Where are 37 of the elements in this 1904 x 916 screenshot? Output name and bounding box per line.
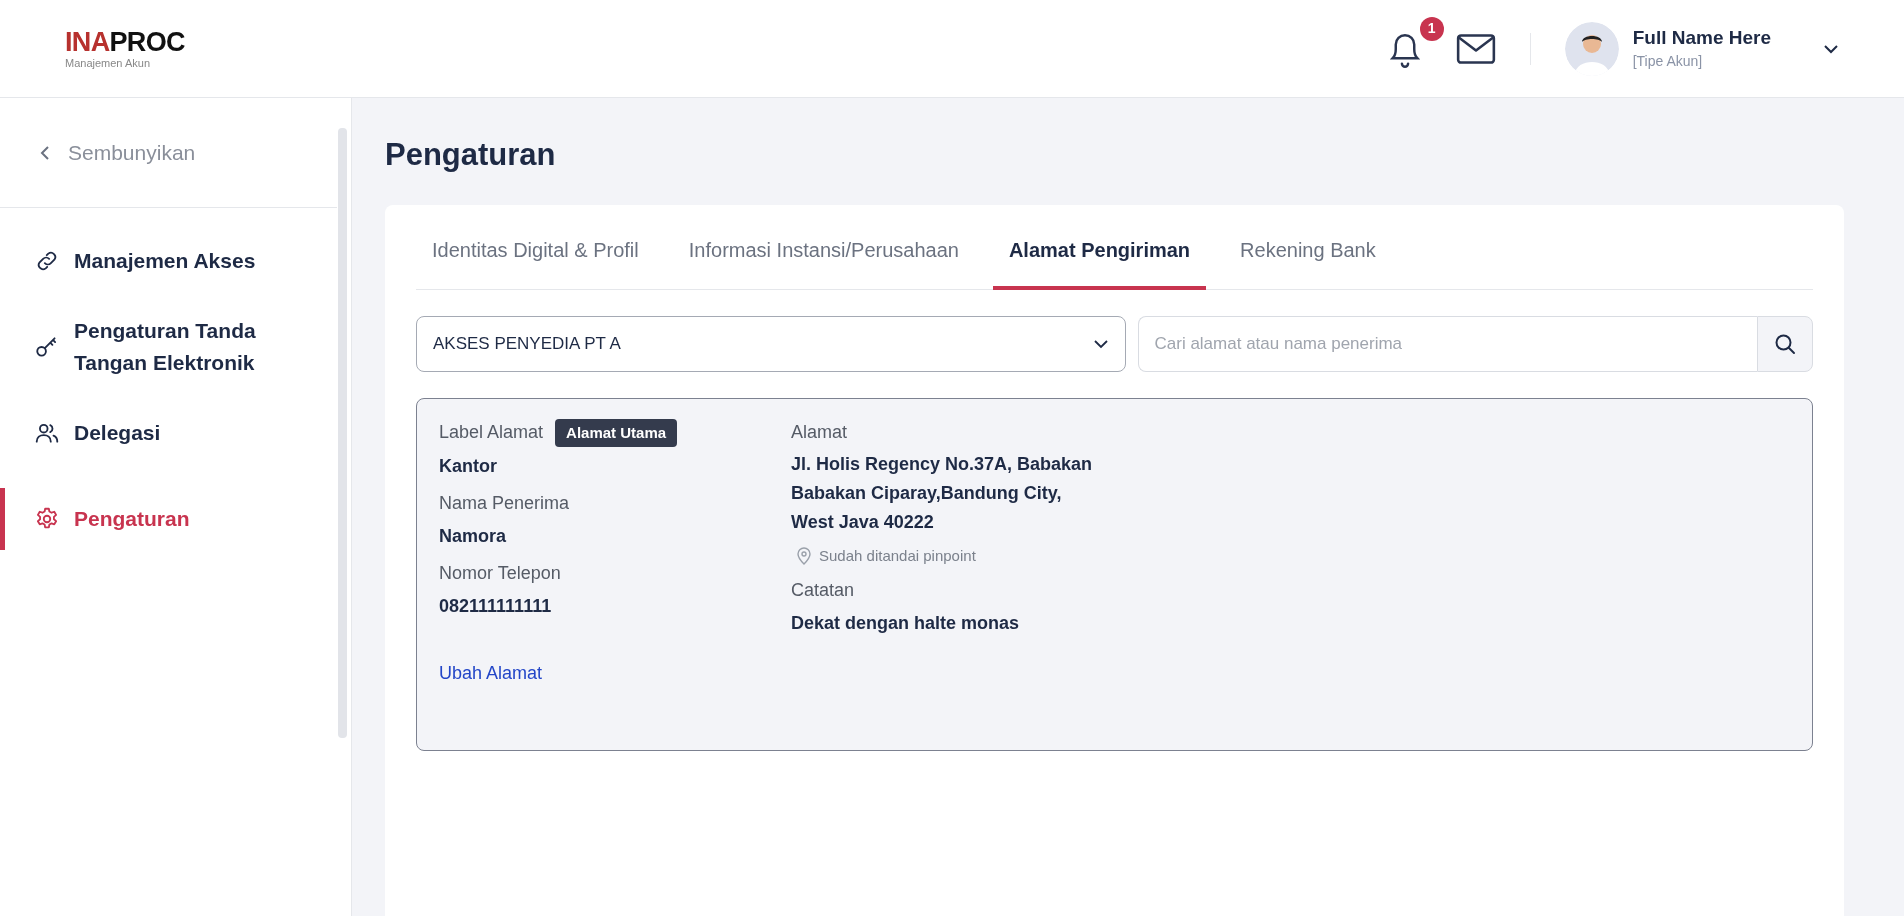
chevron-down-icon[interactable] xyxy=(1823,43,1839,54)
tab[interactable]: Alamat Pengiriman xyxy=(992,234,1207,290)
page-title: Pengaturan xyxy=(385,136,557,174)
tab[interactable]: Informasi Instansi/Perusahaan xyxy=(688,234,959,289)
field-value: Kantor xyxy=(439,455,498,478)
sidebar-item[interactable]: Pengaturan xyxy=(74,503,190,535)
scrollbar[interactable] xyxy=(338,128,347,738)
edit-address-link[interactable]: Ubah Alamat xyxy=(439,660,543,687)
field-label: Catatan xyxy=(791,579,856,602)
search-button[interactable] xyxy=(1757,315,1813,372)
field-value: 082111111111 xyxy=(439,595,553,618)
chevron-left-icon[interactable] xyxy=(40,144,50,161)
location-pin-icon xyxy=(797,546,811,565)
notification-badge: 1 xyxy=(1419,16,1444,41)
user-name: Full Name Here xyxy=(1632,26,1771,51)
field-label: Nama Penerima xyxy=(439,492,571,515)
search-field[interactable]: Cari alamat atau nama penerima xyxy=(1137,315,1757,372)
sidebar-item[interactable]: Manajemen Akses xyxy=(74,245,256,277)
logo-text: INA xyxy=(65,28,110,56)
tab[interactable]: Rekening Bank xyxy=(1240,234,1376,289)
sidebar-item[interactable]: Delegasi xyxy=(74,417,161,449)
field-label: Nomor Telepon xyxy=(439,562,562,585)
user-role: [Tipe Akun] xyxy=(1632,53,1704,71)
mail-icon[interactable] xyxy=(1455,31,1496,66)
chevron-down-icon xyxy=(1092,338,1109,349)
field-label: Label Alamat xyxy=(439,421,544,445)
tab[interactable]: Identitas Digital & Profil xyxy=(432,234,639,289)
logo-text: PROC xyxy=(109,28,185,56)
primary-badge: Alamat Utama xyxy=(555,418,678,447)
address-text: Jl. Holis Regency No.37A, Babakan Babakan Ciparay,Bandung City, West Java 40222 xyxy=(791,452,1093,534)
account-dropdown[interactable]: AKSES PENYEDIA PT A xyxy=(416,315,1126,372)
field-value: Dekat dengan halte monas xyxy=(791,612,1021,635)
field-value: Namora xyxy=(439,525,508,548)
field-label: Alamat xyxy=(791,420,849,444)
logo-subtitle: Manajemen Akun xyxy=(65,57,151,69)
pinpoint-status: Sudah ditandai pinpoint xyxy=(819,545,976,566)
sidebar-item[interactable]: Pengaturan Tanda Tangan Elektronik xyxy=(74,315,321,379)
